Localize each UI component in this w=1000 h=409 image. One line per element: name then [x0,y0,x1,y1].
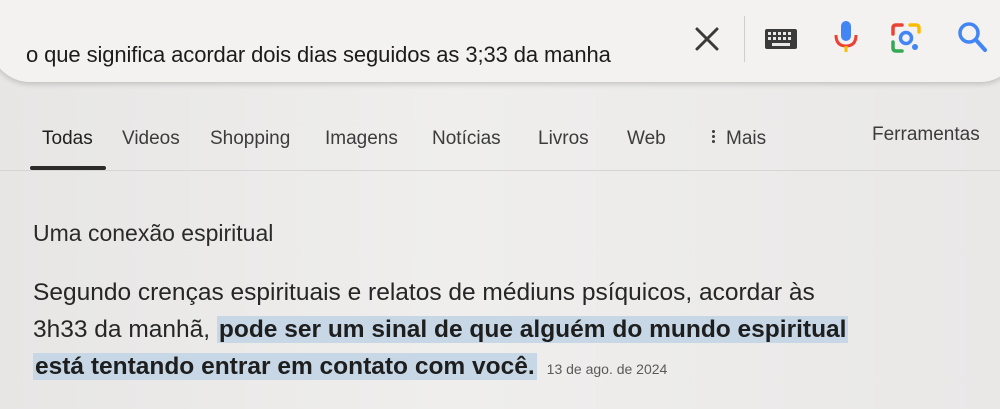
clear-search-button[interactable] [692,24,722,54]
featured-snippet-heading: Uma conexão espiritual [33,220,274,246]
tab-todas[interactable]: Todas [42,128,93,150]
snippet-line-1: Segundo crenças espirituais e relatos de… [33,279,815,306]
search-bar[interactable]: o que significa acordar dois dias seguid… [0,0,1000,82]
microphone-icon [834,21,858,52]
tab-web[interactable]: Web [627,128,666,150]
tab-mais-label: Mais [726,128,767,149]
lens-search-button[interactable] [890,22,922,54]
search-tabs: Todas Videos Shopping Imagens Notícias L… [0,124,1000,170]
lens-icon [891,23,921,53]
tab-shopping[interactable]: Shopping [210,128,290,150]
tab-ferramentas[interactable]: Ferramentas [872,124,980,146]
snippet-line-3: está tentando entrar em contato com você… [33,348,973,388]
snippet-date: 13 de ago. de 2024 [546,361,668,377]
tab-noticias[interactable]: Notícias [432,128,501,150]
tab-videos[interactable]: Videos [122,128,180,150]
more-vert-icon [712,128,716,145]
voice-search-button[interactable] [832,20,860,54]
tab-livros[interactable]: Livros [538,128,589,150]
snippet-line-2: 3h33 da manhã, pode ser um sinal de que … [33,311,973,348]
snippet-highlight-1: pode ser um sinal de que alguém do mundo… [216,316,849,343]
page: o que significa acordar dois dias seguid… [0,0,1000,409]
search-icon [958,22,987,52]
tab-imagens[interactable]: Imagens [325,128,398,150]
keyboard-button[interactable] [764,28,798,50]
search-input[interactable]: o que significa acordar dois dias seguid… [26,42,611,68]
snippet-highlight-2: está tentando entrar em contato com você… [33,353,537,380]
tab-mais[interactable]: Mais [712,128,766,150]
keyboard-icon [765,29,797,49]
search-divider [744,16,745,62]
featured-snippet-text: Segundo crenças espirituais e relatos de… [33,274,973,388]
search-submit-button[interactable] [956,20,988,54]
snippet-plain-text: 3h33 da manhã, [33,316,217,343]
close-icon [695,27,719,51]
tabs-divider [0,170,1000,171]
